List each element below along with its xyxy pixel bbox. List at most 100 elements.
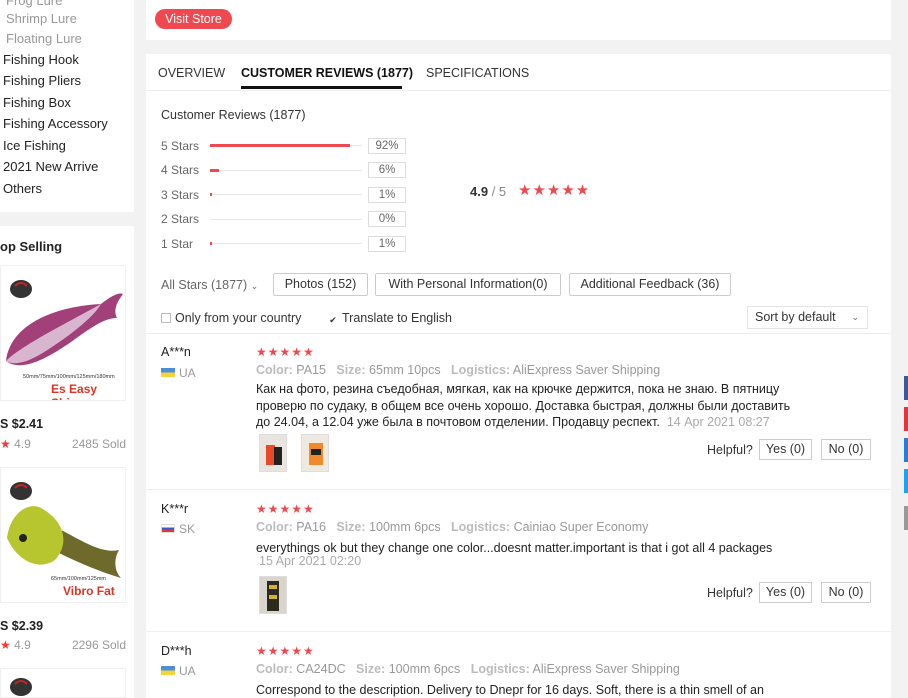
review-photo[interactable]	[259, 434, 287, 472]
product-sizes: 65mm/100mm/125mm	[51, 576, 107, 582]
review-photo[interactable]	[301, 434, 329, 472]
category-fishing-accessory[interactable]: Fishing Accessory	[3, 116, 108, 131]
product-sold: 2485 Sold	[71, 437, 126, 451]
share-facebook-tab[interactable]	[904, 376, 908, 400]
category-floating-lure[interactable]: Floating Lure	[6, 31, 82, 46]
slovakia-flag-icon	[161, 524, 175, 533]
product-sizes: 50mm/75mm/100mm/125mm/180mm	[23, 374, 115, 380]
rating-bar-fill	[210, 193, 212, 196]
category-fishing-pliers[interactable]: Fishing Pliers	[3, 73, 81, 88]
review-text: Как на фото, резина съедобная, мягкая, к…	[256, 381, 804, 431]
category-fishing-hook[interactable]: Fishing Hook	[3, 52, 79, 67]
side-tool-tab[interactable]	[904, 506, 908, 530]
brand-logo-icon	[10, 678, 32, 696]
product-caption: Es Easy Shiner	[51, 382, 98, 400]
share-vk-tab[interactable]	[904, 438, 908, 462]
only-country-label: Only from your country	[175, 311, 302, 325]
share-pinterest-tab[interactable]	[904, 407, 908, 431]
sort-dropdown[interactable]: Sort by default ⌄	[747, 306, 868, 329]
product-sold: 2296 Sold	[71, 638, 126, 652]
reviewer-name: A***n	[161, 345, 191, 359]
rating-percent: 1%	[368, 236, 406, 252]
sort-label: Sort by default	[755, 310, 836, 324]
category-fishing-box[interactable]: Fishing Box	[3, 95, 71, 110]
rating-bar	[210, 242, 362, 245]
all-stars-dropdown[interactable]: All Stars (1877) ⌄	[161, 278, 258, 292]
category-others[interactable]: Others	[3, 181, 42, 196]
reviewer-country-code: UA	[179, 664, 196, 678]
review-meta: Color: PA16 Size: 100mm 6pcs Logistics: …	[256, 520, 648, 534]
ukraine-flag-icon	[161, 666, 175, 675]
size-value: 65mm 10pcs	[369, 363, 441, 377]
photo-thumbnail-icon	[260, 577, 286, 613]
logistics-key: Logistics:	[451, 520, 511, 534]
product-price: S $2.39	[0, 619, 44, 633]
additional-feedback-filter-button[interactable]: Additional Feedback (36)	[569, 273, 731, 296]
category-2021-new-arrive[interactable]: 2021 New Arrive	[3, 159, 98, 174]
chevron-down-icon: ⌄	[250, 281, 259, 291]
star-row-label: 3 Stars	[161, 188, 200, 202]
star-icon: ★	[0, 638, 11, 652]
helpful-no-button[interactable]: No (0)	[821, 439, 871, 460]
size-key: Size:	[336, 363, 366, 377]
reviewer-country: UA	[161, 366, 196, 380]
category-shrimp-lure[interactable]: Shrimp Lure	[6, 11, 77, 26]
category-frog-lure[interactable]: Frog Lure	[6, 0, 62, 8]
color-key: Color:	[256, 662, 293, 676]
average-score: 4.9 / 5	[470, 184, 506, 199]
photo-thumbnail-icon	[260, 435, 286, 471]
star-row-label: 4 Stars	[161, 163, 200, 177]
color-value: CA24DC	[296, 662, 346, 676]
helpful-no-button[interactable]: No (0)	[821, 582, 871, 603]
helpful-label: Helpful?	[707, 443, 753, 457]
rating-bar	[210, 144, 362, 147]
logistics-key: Logistics:	[470, 662, 530, 676]
rating-bar-fill	[210, 242, 212, 245]
review-date: 15 Apr 2021 02:20	[259, 554, 362, 568]
logistics-value: AliExpress Saver Shipping	[532, 662, 680, 676]
rating-bar-fill	[210, 169, 219, 172]
active-tab-indicator	[241, 86, 402, 89]
product-image[interactable]	[0, 668, 126, 698]
size-value: 100mm 6pcs	[388, 662, 461, 676]
review-meta: Color: CA24DC Size: 100mm 6pcs Logistics…	[256, 662, 680, 676]
product-price: S $2.41	[0, 417, 44, 431]
tab-overview[interactable]: OVERVIEW	[158, 66, 225, 80]
share-twitter-tab[interactable]	[904, 469, 908, 493]
star-row-label: 2 Stars	[161, 212, 200, 226]
category-ice-fishing[interactable]: Ice Fishing	[3, 138, 66, 153]
review-divider	[146, 631, 891, 632]
logistics-value: AliExpress Saver Shipping	[512, 363, 661, 377]
checkmark-icon: ✔	[329, 315, 337, 325]
size-value: 100mm 6pcs	[369, 520, 441, 534]
reviewer-name: D***h	[161, 644, 192, 658]
visit-store-button[interactable]: Visit Store	[155, 9, 232, 29]
product-image-easy-shiner[interactable]: 50mm/75mm/100mm/125mm/180mm Es Easy Shin…	[0, 265, 126, 401]
helpful-yes-button[interactable]: Yes (0)	[759, 439, 812, 460]
star-row-label: 1 Star	[161, 237, 194, 251]
filter-divider	[146, 333, 891, 334]
review-stars-icon: ★★★★★	[256, 644, 315, 658]
review-divider	[146, 489, 891, 490]
average-score-max: / 5	[491, 184, 507, 199]
all-stars-label: All Stars (1877)	[161, 278, 248, 292]
size-key: Size:	[336, 520, 366, 534]
translate-checkbox[interactable]: ✔ Translate to English	[328, 311, 452, 326]
photos-filter-button[interactable]: Photos (152)	[273, 273, 368, 296]
rating-bar	[210, 169, 362, 172]
rating-bar	[210, 193, 362, 196]
product-image-vibro-fat[interactable]: 65mm/100mm/125mm Vibro Fat	[0, 467, 126, 603]
tab-specifications[interactable]: SPECIFICATIONS	[426, 66, 529, 80]
reviewer-name: K***r	[161, 502, 189, 516]
lure-icon	[6, 280, 123, 366]
only-country-checkbox[interactable]: Only from your country	[161, 311, 301, 325]
tab-customer-reviews[interactable]: CUSTOMER REVIEWS (1877)	[241, 66, 413, 80]
review-photo[interactable]	[259, 576, 287, 614]
customer-reviews-title: Customer Reviews (1877)	[161, 108, 306, 122]
helpful-yes-button[interactable]: Yes (0)	[759, 582, 812, 603]
rating-bar	[210, 219, 362, 220]
star-icon: ★	[0, 437, 11, 451]
color-value: PA16	[296, 520, 326, 534]
personal-info-filter-button[interactable]: With Personal Information(0)	[375, 273, 561, 296]
checkbox-icon	[161, 313, 171, 323]
